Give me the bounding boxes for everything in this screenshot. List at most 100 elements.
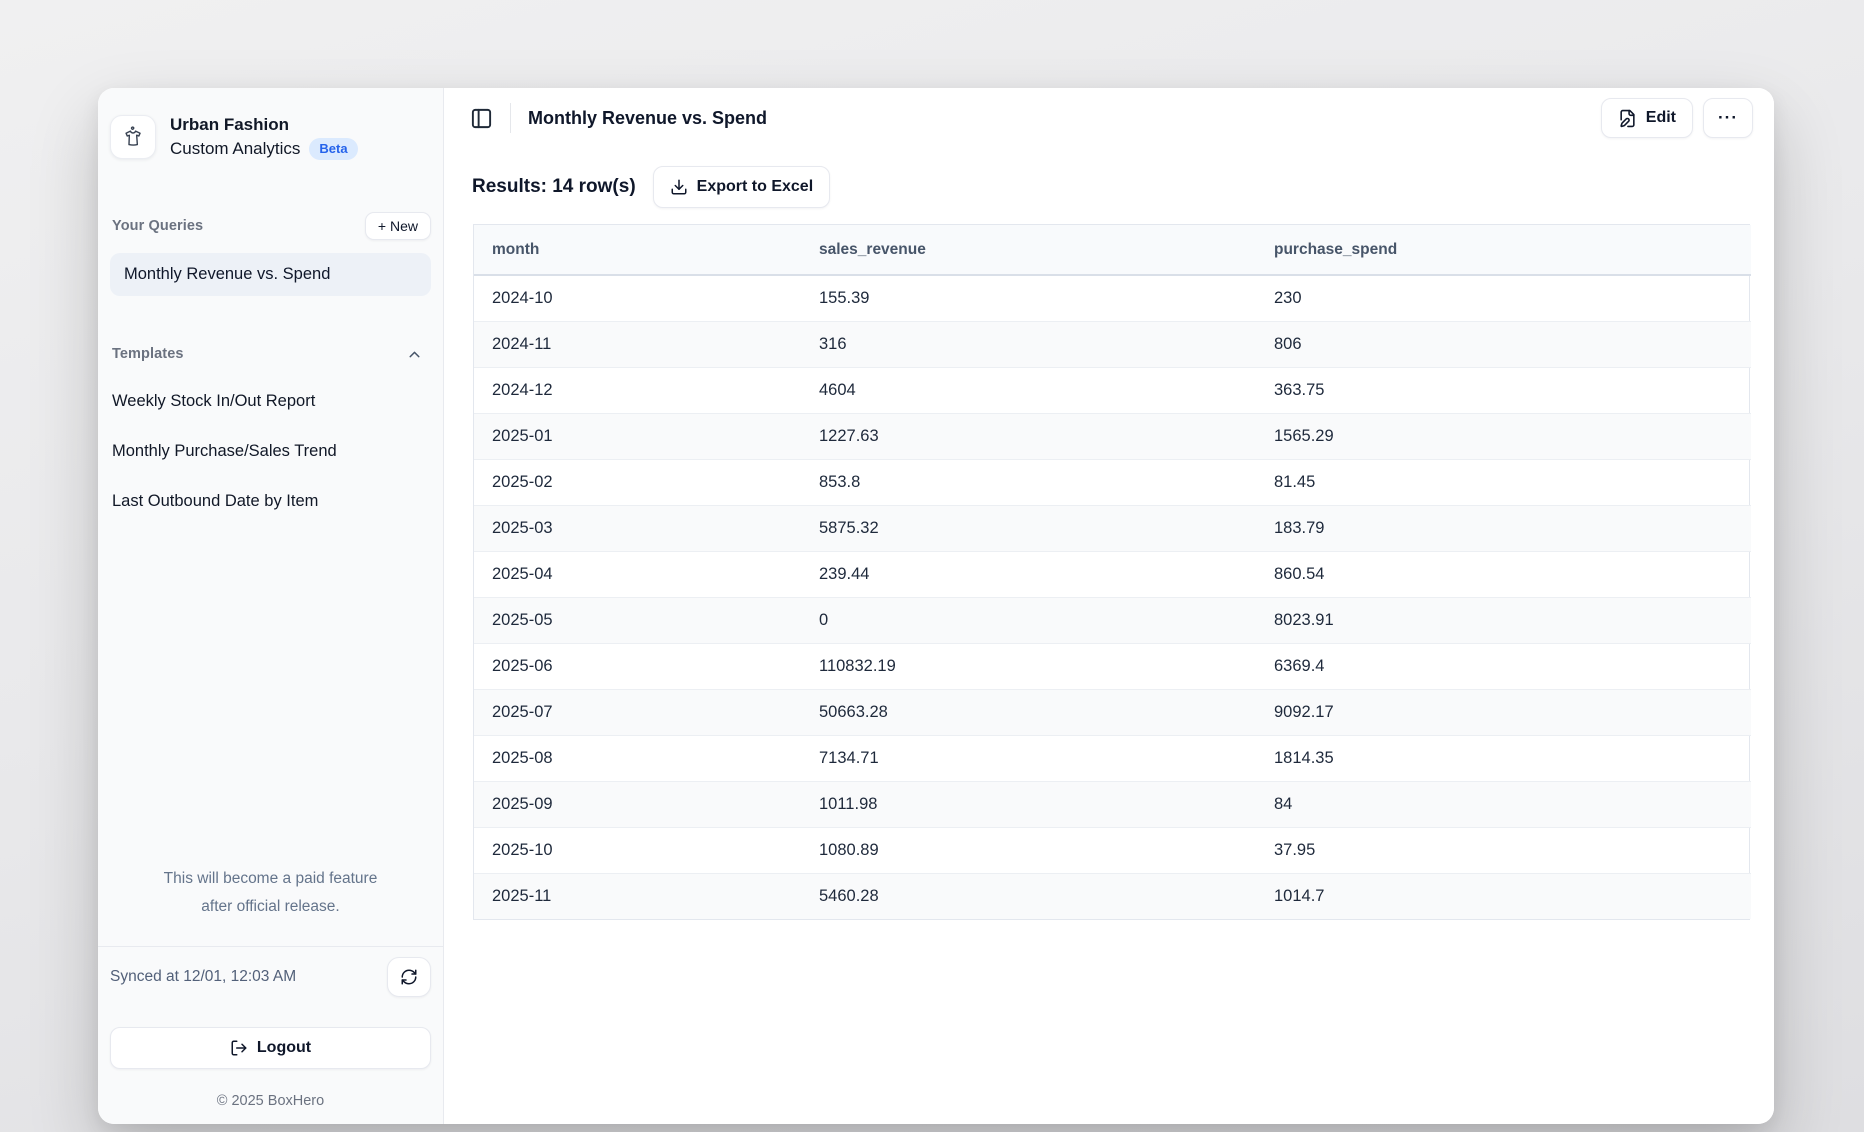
table-row: 2024-124604363.75: [474, 367, 1751, 413]
cell-purchase-spend: 81.45: [1256, 459, 1751, 505]
cell-sales-revenue: 1080.89: [801, 827, 1256, 873]
cell-purchase-spend: 860.54: [1256, 551, 1751, 597]
tshirt-icon: [120, 124, 146, 150]
edit-button[interactable]: Edit: [1601, 98, 1693, 138]
main-header: Monthly Revenue vs. Spend Edit ···: [444, 88, 1774, 138]
cell-month: 2025-09: [474, 781, 801, 827]
cell-month: 2025-10: [474, 827, 801, 873]
templates-label: Templates: [112, 346, 184, 362]
cell-sales-revenue: 316: [801, 321, 1256, 367]
cell-purchase-spend: 363.75: [1256, 367, 1751, 413]
results-count: Results: 14 row(s): [472, 176, 636, 198]
edit-label: Edit: [1646, 109, 1676, 127]
table-header-row: month sales_revenue purchase_spend: [474, 225, 1751, 275]
cell-purchase-spend: 183.79: [1256, 505, 1751, 551]
cell-sales-revenue: 1227.63: [801, 413, 1256, 459]
cell-purchase-spend: 1814.35: [1256, 735, 1751, 781]
sidebar-item-template[interactable]: Weekly Stock In/Out Report: [110, 376, 431, 426]
cell-month: 2025-07: [474, 689, 801, 735]
product-name: Custom Analytics: [170, 137, 300, 161]
cell-sales-revenue: 155.39: [801, 275, 1256, 321]
table-row: 2025-0508023.91: [474, 597, 1751, 643]
cell-sales-revenue: 50663.28: [801, 689, 1256, 735]
file-pen-icon: [1618, 109, 1637, 128]
results-row: Results: 14 row(s) Export to Excel: [472, 166, 1774, 208]
table-row: 2025-011227.631565.29: [474, 413, 1751, 459]
cell-purchase-spend: 1565.29: [1256, 413, 1751, 459]
cell-month: 2025-05: [474, 597, 801, 643]
cell-purchase-spend: 806: [1256, 321, 1751, 367]
ellipsis-icon: ···: [1718, 108, 1738, 128]
logout-icon: [230, 1039, 248, 1057]
refresh-button[interactable]: [387, 957, 431, 997]
main-panel: Monthly Revenue vs. Spend Edit ··· Resul…: [444, 88, 1774, 1124]
workspace-name: Urban Fashion: [170, 113, 358, 137]
table-row: 2025-06110832.196369.4: [474, 643, 1751, 689]
table-row: 2025-02853.881.45: [474, 459, 1751, 505]
cell-month: 2024-12: [474, 367, 801, 413]
table-row: 2025-087134.711814.35: [474, 735, 1751, 781]
copyright: © 2025 BoxHero: [98, 1093, 443, 1109]
cell-month: 2025-04: [474, 551, 801, 597]
templates-list: Weekly Stock In/Out Report Monthly Purch…: [110, 376, 431, 526]
table-row: 2025-115460.281014.7: [474, 873, 1751, 919]
cell-purchase-spend: 6369.4: [1256, 643, 1751, 689]
column-header-purchase-spend: purchase_spend: [1256, 225, 1751, 275]
more-options-button[interactable]: ···: [1703, 98, 1753, 138]
cell-month: 2024-10: [474, 275, 801, 321]
table-row: 2025-101080.8937.95: [474, 827, 1751, 873]
new-query-button[interactable]: + New: [365, 212, 431, 240]
refresh-icon: [400, 968, 418, 986]
sidebar-toggle-button[interactable]: [468, 105, 495, 132]
chevron-up-icon[interactable]: [406, 346, 423, 363]
cell-sales-revenue: 4604: [801, 367, 1256, 413]
cell-purchase-spend: 9092.17: [1256, 689, 1751, 735]
cell-purchase-spend: 1014.7: [1256, 873, 1751, 919]
column-header-sales-revenue: sales_revenue: [801, 225, 1256, 275]
header-divider: [510, 103, 511, 133]
cell-sales-revenue: 853.8: [801, 459, 1256, 505]
queries-section-header: Your Queries + New: [110, 212, 431, 240]
cell-sales-revenue: 7134.71: [801, 735, 1256, 781]
table-row: 2024-11316806: [474, 321, 1751, 367]
panel-left-icon: [470, 107, 493, 130]
sidebar-item-template[interactable]: Monthly Purchase/Sales Trend: [110, 426, 431, 476]
table-row: 2025-035875.32183.79: [474, 505, 1751, 551]
results-table: month sales_revenue purchase_spend 2024-…: [473, 224, 1750, 920]
table-row: 2024-10155.39230: [474, 275, 1751, 321]
cell-sales-revenue: 5875.32: [801, 505, 1256, 551]
cell-purchase-spend: 8023.91: [1256, 597, 1751, 643]
your-queries-label: Your Queries: [112, 218, 203, 234]
paid-feature-notice: This will become a paid feature after of…: [98, 865, 443, 921]
cell-sales-revenue: 239.44: [801, 551, 1256, 597]
beta-badge: Beta: [309, 138, 357, 160]
brand-text: Urban Fashion Custom Analytics Beta: [170, 113, 358, 161]
cell-month: 2025-01: [474, 413, 801, 459]
cell-month: 2024-11: [474, 321, 801, 367]
workspace-logo: [110, 115, 156, 159]
export-to-excel-button[interactable]: Export to Excel: [653, 166, 830, 208]
table-row: 2025-091011.9884: [474, 781, 1751, 827]
cell-purchase-spend: 230: [1256, 275, 1751, 321]
synced-timestamp: Synced at 12/01, 12:03 AM: [110, 968, 296, 986]
header-actions: Edit ···: [1601, 98, 1753, 138]
cell-purchase-spend: 37.95: [1256, 827, 1751, 873]
cell-sales-revenue: 110832.19: [801, 643, 1256, 689]
cell-month: 2025-03: [474, 505, 801, 551]
brand: Urban Fashion Custom Analytics Beta: [110, 113, 431, 161]
sidebar-footer: This will become a paid feature after of…: [98, 865, 443, 1124]
cell-purchase-spend: 84: [1256, 781, 1751, 827]
templates-section-header: Templates: [110, 340, 431, 368]
cell-sales-revenue: 1011.98: [801, 781, 1256, 827]
logout-button[interactable]: Logout: [110, 1027, 431, 1069]
sidebar-item-query-selected[interactable]: Monthly Revenue vs. Spend: [110, 253, 431, 296]
export-label: Export to Excel: [697, 178, 813, 196]
cell-month: 2025-02: [474, 459, 801, 505]
sync-row: Synced at 12/01, 12:03 AM: [98, 946, 443, 997]
app-window: Urban Fashion Custom Analytics Beta Your…: [98, 88, 1774, 1124]
table-row: 2025-04239.44860.54: [474, 551, 1751, 597]
table-row: 2025-0750663.289092.17: [474, 689, 1751, 735]
cell-sales-revenue: 5460.28: [801, 873, 1256, 919]
sidebar-item-template[interactable]: Last Outbound Date by Item: [110, 476, 431, 526]
cell-sales-revenue: 0: [801, 597, 1256, 643]
